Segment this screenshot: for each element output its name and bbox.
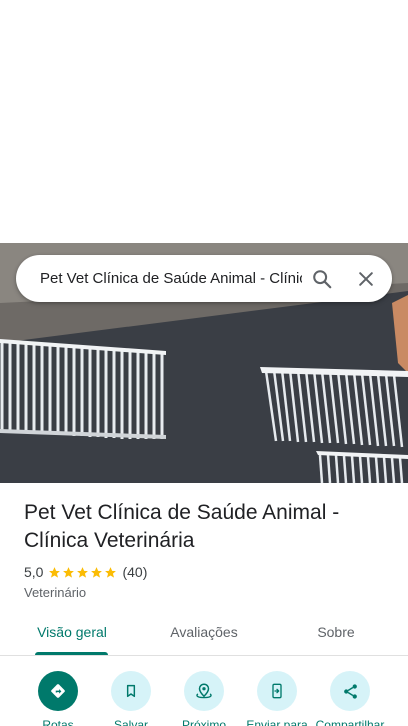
share-button-circle[interactable] (330, 671, 370, 711)
save-label: Salvar (113, 718, 148, 726)
save-button[interactable]: Salvar (93, 671, 169, 726)
directions-label: Rotas (42, 718, 74, 726)
place-details-sheet: Pet Vet Clínica de Saúde Animal - Clínic… (0, 483, 408, 726)
close-icon (359, 272, 373, 286)
directions-icon (51, 684, 65, 698)
place-title: Pet Vet Clínica de Saúde Animal - Clínic… (24, 501, 340, 552)
send-to-phone-button[interactable]: Enviar para (239, 671, 315, 726)
tab-about[interactable]: Sobre (296, 616, 376, 656)
share-label: Compartilhar (315, 718, 385, 726)
map-blank-area (0, 0, 408, 243)
save-button-circle[interactable] (111, 671, 151, 711)
share-icon (343, 683, 357, 699)
nearby-label: Próximo (181, 718, 226, 726)
active-tab-indicator (35, 652, 108, 655)
directions-button[interactable]: Rotas (20, 671, 96, 726)
nearby-icon (196, 683, 212, 699)
send-to-phone-label: Enviar para (246, 718, 308, 726)
directions-button-circle[interactable] (38, 671, 78, 711)
star-icon (77, 566, 89, 578)
rating-row[interactable]: 5,0 (40) (24, 563, 147, 581)
search-button[interactable] (302, 259, 342, 299)
star-icon (49, 566, 61, 578)
search-bar[interactable]: Pet Vet Clínica de Saúde Animal - Clínic… (16, 255, 392, 302)
search-query-text[interactable]: Pet Vet Clínica de Saúde Animal - Clínic… (40, 268, 302, 290)
star-icon (91, 566, 103, 578)
action-buttons: Rotas Salvar Próximo Enviar para Compart… (0, 671, 408, 726)
rating-value: 5,0 (24, 564, 44, 580)
review-count: (40) (122, 564, 148, 580)
bookmark-icon (126, 684, 136, 698)
search-icon (313, 270, 332, 289)
nearby-button[interactable]: Próximo (166, 671, 242, 726)
star-icon (105, 566, 117, 578)
send-to-phone-button-circle[interactable] (257, 671, 297, 711)
share-button[interactable]: Compartilhar (312, 671, 388, 726)
star-rating (48, 566, 118, 579)
tab-bar: Visão geral Avaliações Sobre (0, 616, 408, 656)
star-icon (63, 566, 75, 578)
place-category: Veterinário (24, 585, 87, 600)
tab-overview[interactable]: Visão geral (22, 616, 122, 656)
tab-reviews[interactable]: Avaliações (154, 616, 254, 656)
close-button[interactable] (346, 259, 386, 299)
nearby-button-circle[interactable] (184, 671, 224, 711)
send-to-phone-icon (272, 683, 282, 699)
